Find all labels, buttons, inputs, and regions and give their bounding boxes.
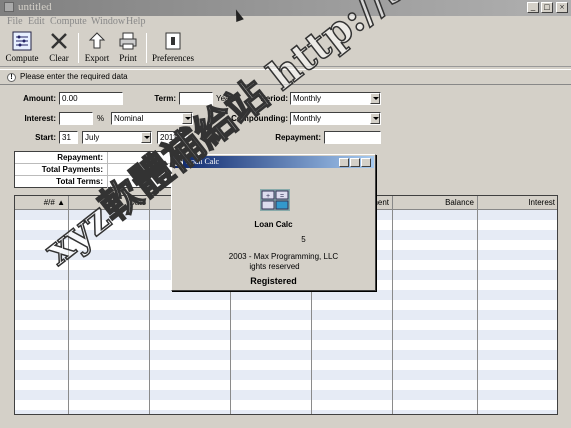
menu-help[interactable]: Help bbox=[126, 16, 145, 27]
minimize-button[interactable]: _ bbox=[527, 2, 539, 13]
term-label: Term: bbox=[154, 94, 176, 103]
start-label: Start: bbox=[35, 133, 56, 142]
export-label: Export bbox=[84, 53, 110, 63]
info-icon: ! bbox=[7, 73, 16, 82]
column-header-number[interactable]: #/# ▲ bbox=[15, 196, 69, 210]
chevron-down-icon[interactable] bbox=[182, 113, 192, 124]
export-button[interactable]: Export bbox=[82, 31, 112, 67]
term-field[interactable] bbox=[179, 92, 213, 105]
interest-type-select[interactable]: Nominal bbox=[111, 112, 193, 125]
toolbar-separator bbox=[78, 33, 79, 63]
info-message: Please enter the required data bbox=[20, 72, 128, 81]
dialog-rights: ights reserved bbox=[249, 262, 300, 271]
close-button[interactable]: × bbox=[556, 2, 568, 13]
start-day-field[interactable]: 31 bbox=[59, 131, 78, 144]
chevron-down-icon[interactable] bbox=[141, 132, 151, 143]
summary-total-payments-label: Total Payments: bbox=[41, 165, 103, 174]
preferences-label: Preferences bbox=[152, 53, 194, 63]
toolbar: Compute Clear Export Print Preferences bbox=[0, 29, 571, 67]
column-header-interest[interactable]: Interest bbox=[478, 196, 557, 210]
amount-field[interactable]: 0.00 bbox=[59, 92, 123, 105]
chevron-down-icon[interactable] bbox=[370, 93, 380, 104]
menu-window[interactable]: Window bbox=[91, 16, 125, 27]
export-icon bbox=[88, 32, 106, 49]
window-title: untitled bbox=[18, 1, 52, 13]
column-header-number-label: #/# bbox=[43, 198, 55, 207]
toolbar-separator bbox=[146, 33, 147, 63]
loan-calc-logo-icon: + = bbox=[260, 189, 290, 211]
chevron-down-icon[interactable] bbox=[370, 113, 380, 124]
compute-icon bbox=[12, 31, 32, 51]
column-divider bbox=[68, 210, 69, 414]
compounding-select[interactable]: Monthly bbox=[290, 112, 381, 125]
dialog-app-icon bbox=[175, 158, 183, 166]
repayment-label: Repayment: bbox=[275, 133, 321, 142]
preferences-button[interactable]: Preferences bbox=[151, 31, 195, 67]
print-button[interactable]: Print bbox=[114, 31, 142, 67]
clear-icon bbox=[51, 33, 67, 49]
column-divider bbox=[149, 210, 150, 414]
svg-text:+: + bbox=[266, 193, 270, 200]
column-divider bbox=[477, 210, 478, 414]
amount-label: Amount: bbox=[23, 94, 56, 103]
menu-file[interactable]: File bbox=[7, 16, 23, 27]
maximize-button[interactable]: □ bbox=[541, 2, 553, 13]
dialog-title-bar: Loan Calc bbox=[173, 156, 374, 168]
menu-bar: File Edit Compute Window Help bbox=[0, 16, 571, 29]
summary-row: Repayment: bbox=[15, 152, 171, 164]
preferences-icon bbox=[165, 32, 181, 50]
interest-unit: % bbox=[97, 114, 105, 123]
title-bar: untitled _ □ × bbox=[0, 0, 571, 16]
summary-total-terms-label: Total Terms: bbox=[56, 177, 103, 186]
summary-box: Repayment: Total Payments: Total Terms: bbox=[14, 151, 172, 188]
info-bar: ! Please enter the required data bbox=[0, 69, 571, 85]
summary-repayment-label: Repayment: bbox=[57, 153, 103, 162]
print-label: Print bbox=[119, 53, 137, 63]
dialog-close-button[interactable] bbox=[361, 158, 371, 167]
print-icon bbox=[119, 32, 137, 50]
repayment-field[interactable] bbox=[324, 131, 381, 144]
dialog-version: 5 bbox=[301, 235, 306, 244]
menu-compute[interactable]: Compute bbox=[50, 16, 87, 27]
term-unit: Years bbox=[216, 94, 237, 103]
period-select[interactable]: Monthly bbox=[290, 92, 381, 105]
compounding-value: Monthly bbox=[293, 114, 322, 123]
period-value: Monthly bbox=[293, 94, 322, 103]
dialog-maximize-button[interactable] bbox=[350, 158, 360, 167]
about-dialog: Loan Calc + = Loan Calc 5 2003 - Max Pro… bbox=[171, 154, 376, 291]
interest-label: Interest: bbox=[24, 114, 56, 123]
dialog-copyright: 2003 - Max Programming, LLC bbox=[228, 252, 339, 261]
menu-edit[interactable]: Edit bbox=[28, 16, 45, 27]
summary-row: Total Payments: bbox=[15, 164, 171, 176]
clear-button[interactable]: Clear bbox=[44, 31, 74, 67]
column-header-balance[interactable]: Balance bbox=[393, 196, 478, 210]
summary-divider bbox=[107, 176, 108, 188]
dialog-registered: Registered bbox=[250, 276, 297, 286]
start-month-select[interactable]: July bbox=[82, 131, 152, 144]
dialog-app-name: Loan Calc bbox=[254, 220, 293, 229]
svg-text:=: = bbox=[280, 193, 284, 200]
compute-button[interactable]: Compute bbox=[5, 31, 39, 67]
dialog-title: Loan Calc bbox=[186, 157, 220, 166]
column-header-date[interactable]: Date bbox=[69, 196, 150, 210]
compounding-label: Compounding: bbox=[231, 114, 288, 123]
summary-divider bbox=[107, 152, 108, 164]
interest-field[interactable] bbox=[59, 112, 93, 125]
dialog-minimize-button[interactable] bbox=[339, 158, 349, 167]
summary-row: Total Terms: bbox=[15, 176, 171, 188]
column-divider bbox=[392, 210, 393, 414]
start-year-field[interactable]: 2011 bbox=[157, 131, 188, 144]
clear-label: Clear bbox=[49, 53, 69, 63]
app-icon bbox=[4, 2, 14, 12]
start-month-value: July bbox=[85, 133, 100, 142]
compute-label: Compute bbox=[5, 53, 39, 63]
summary-divider bbox=[107, 164, 108, 176]
interest-type-value: Nominal bbox=[114, 114, 144, 123]
period-label: Period: bbox=[260, 94, 288, 103]
